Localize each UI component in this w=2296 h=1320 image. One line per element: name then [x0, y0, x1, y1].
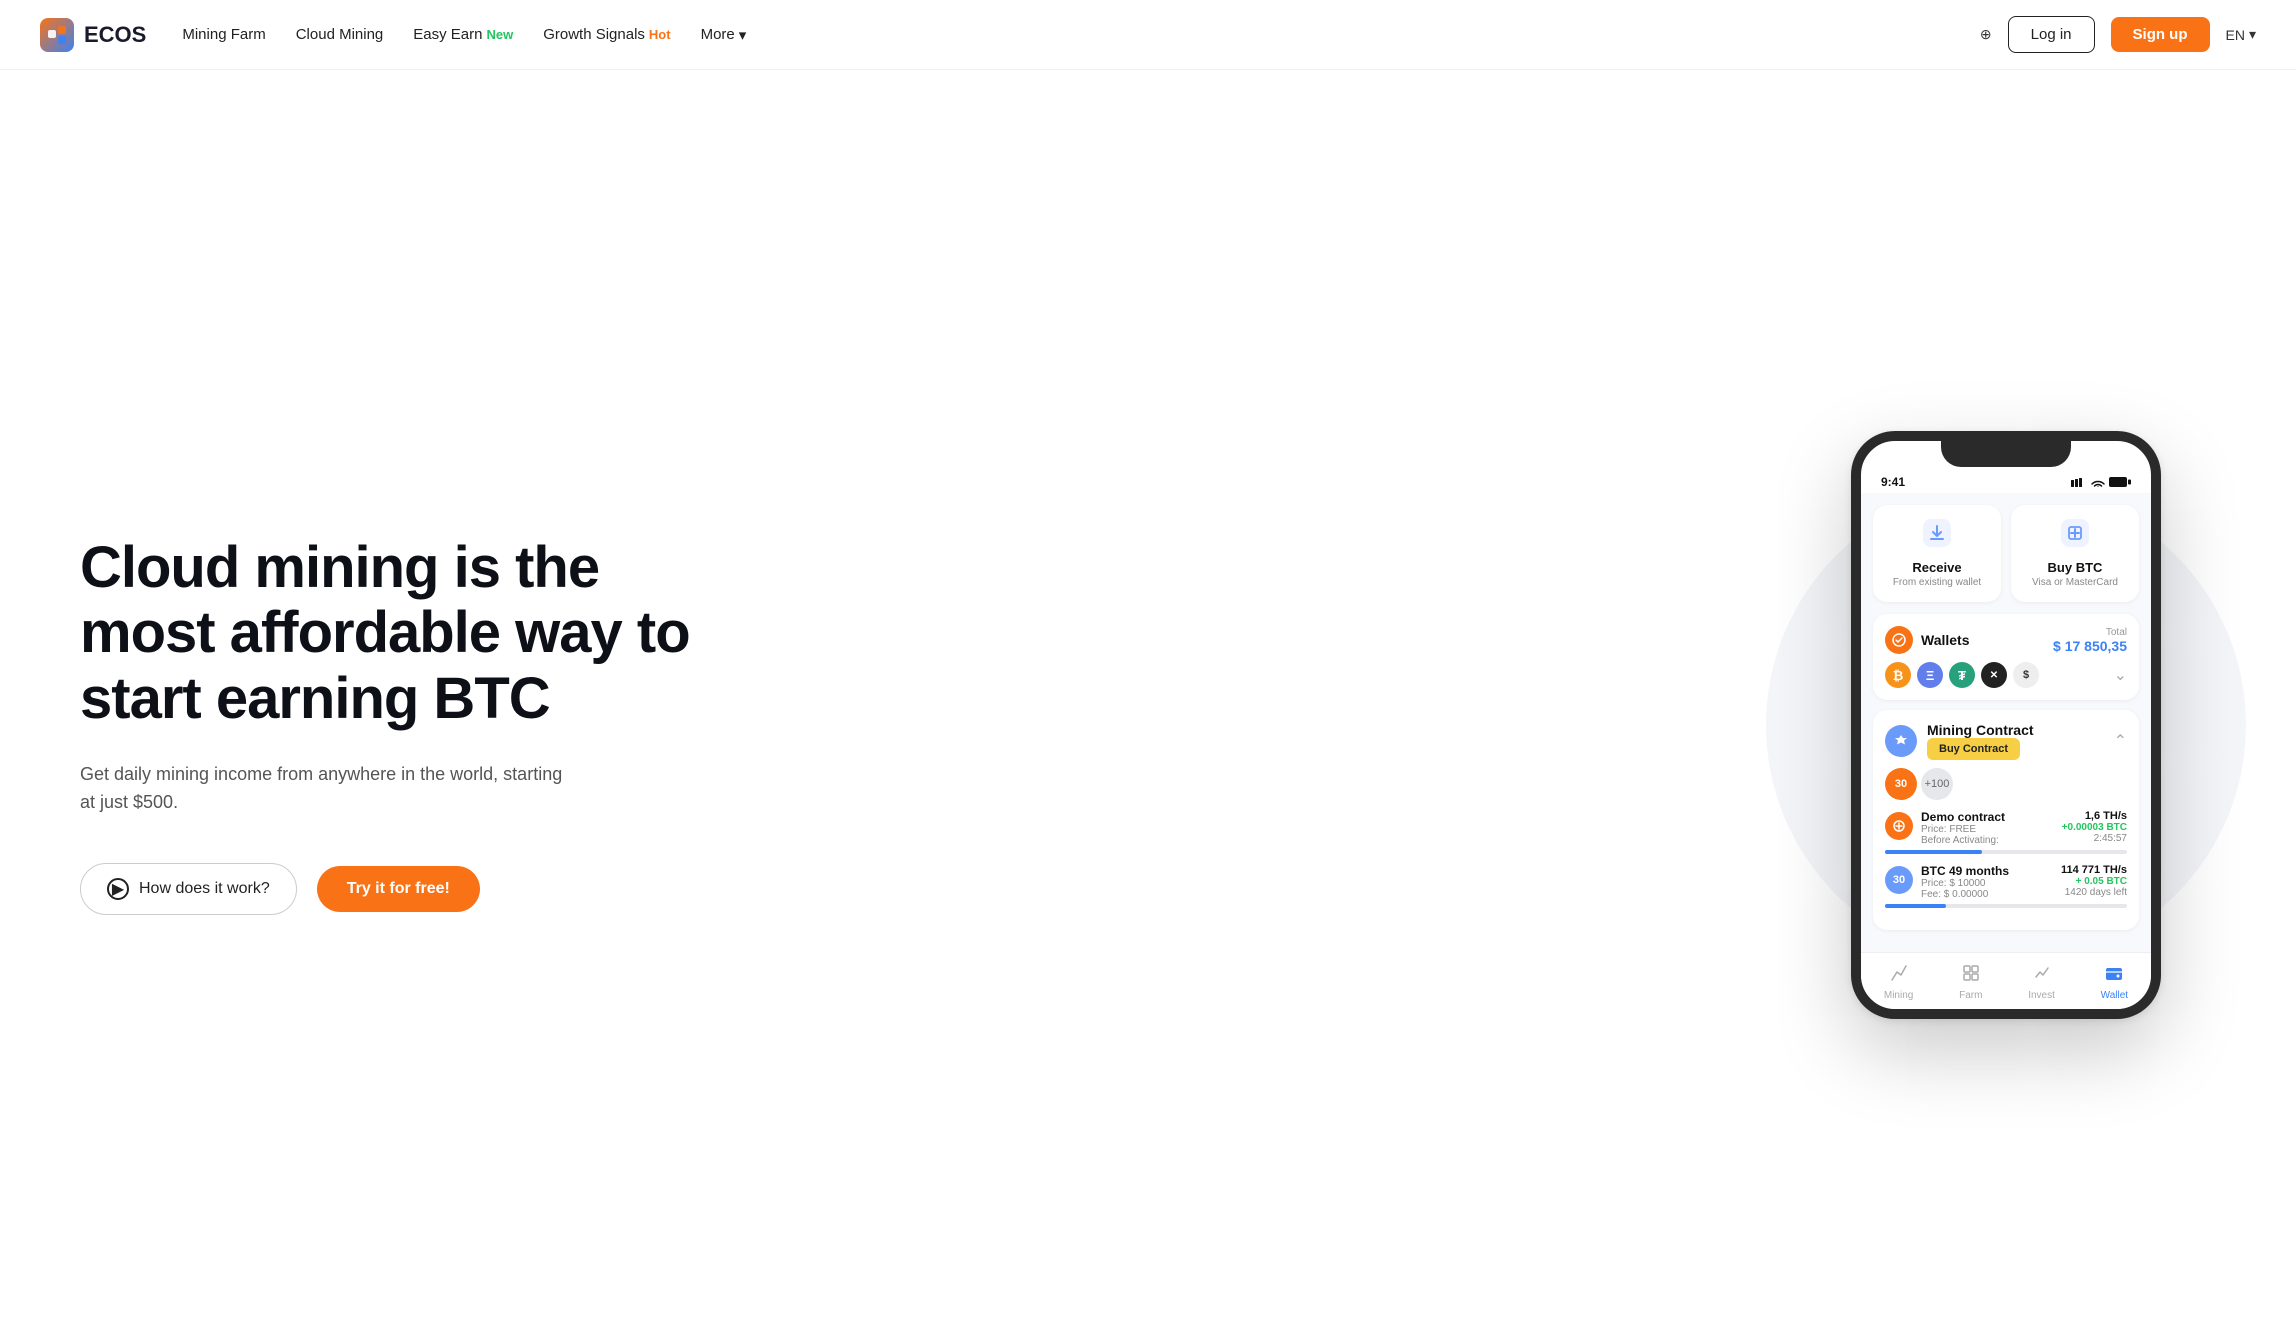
demo-contract-left: Demo contract Price: FREE Before Activat… [1885, 810, 2005, 846]
phone-status-bar: 9:41 [1861, 467, 2151, 493]
avatar-more: +100 [1921, 768, 1953, 800]
hero-section: Cloud mining is the most affordable way … [0, 70, 2296, 1320]
badge-hot: Hot [649, 27, 671, 42]
bottom-nav-wallet[interactable]: Wallet [2101, 963, 2128, 1001]
btc-progress-bar [1885, 904, 2127, 908]
coin-usdt: ₮ [1949, 662, 1975, 688]
invest-nav-icon [2032, 963, 2052, 988]
demo-contract: Demo contract Price: FREE Before Activat… [1885, 810, 2127, 854]
bottom-nav-mining[interactable]: Mining [1884, 963, 1913, 1001]
demo-progress-bar [1885, 850, 2127, 854]
mining-header: Mining Contract Buy Contract ⌃ [1885, 722, 2127, 760]
nav-left: ECOS Mining Farm Cloud Mining Easy EarnN… [40, 18, 746, 52]
signup-button[interactable]: Sign up [2111, 17, 2210, 52]
how-it-works-button[interactable]: ▶ How does it work? [80, 863, 297, 915]
login-button[interactable]: Log in [2008, 16, 2095, 53]
hero-left: Cloud mining is the most affordable way … [80, 535, 720, 915]
nav-growth-signals[interactable]: Growth SignalsHot [543, 26, 670, 43]
navbar: ECOS Mining Farm Cloud Mining Easy EarnN… [0, 0, 2296, 70]
bottom-nav-invest[interactable]: Invest [2028, 963, 2055, 1001]
coin-btc: ₿ [1885, 662, 1911, 688]
receive-subtitle: From existing wallet [1883, 577, 1991, 588]
action-cards-row: Receive From existing wallet [1873, 505, 2139, 602]
phone-bottom-nav: Mining Farm Invest [1861, 952, 2151, 1009]
nav-right: ⊕ Log in Sign up EN ▾ [1980, 16, 2256, 53]
farm-nav-icon [1961, 963, 1981, 988]
receive-icon [1883, 519, 1991, 554]
badge-new: New [486, 27, 513, 42]
try-free-button[interactable]: Try it for free! [317, 866, 480, 912]
buy-btc-icon [2021, 519, 2129, 554]
nav-more[interactable]: More ▾ [701, 26, 747, 44]
hero-right: 9:41 [1796, 375, 2216, 1075]
avatar-30: 30 [1885, 768, 1917, 800]
receive-title: Receive [1883, 560, 1991, 575]
buy-btc-title: Buy BTC [2021, 560, 2129, 575]
contract-avatars: 30 +100 [1885, 768, 2127, 800]
hero-title: Cloud mining is the most affordable way … [80, 535, 720, 732]
buy-btc-card[interactable]: Buy BTC Visa or MasterCard [2011, 505, 2139, 602]
buy-btc-subtitle: Visa or MasterCard [2021, 577, 2129, 588]
phone-status-icons [2071, 477, 2131, 487]
demo-contract-icon [1885, 812, 1913, 840]
wallet-title: Wallets [1885, 626, 1970, 654]
phone-frame: 9:41 [1851, 431, 2161, 1019]
wallet-section: Wallets Total $ 17 850,35 ₿ Ξ ₮ ✕ [1873, 614, 2139, 700]
wallet-coins: ₿ Ξ ₮ ✕ $ ⌄ [1885, 662, 2127, 688]
btc-contract-info: BTC 49 months Price: $ 10000 Fee: $ 0.00… [1921, 864, 2009, 900]
nav-links: Mining Farm Cloud Mining Easy EarnNew Gr… [182, 26, 746, 44]
phone-notch [1941, 439, 2071, 467]
download-icon: ⊕ [1980, 26, 1992, 43]
phone-body: Receive From existing wallet [1861, 493, 2151, 952]
hero-subtitle: Get daily mining income from anywhere in… [80, 760, 580, 818]
mining-chevron-icon[interactable]: ⌃ [2114, 731, 2127, 751]
nav-mining-farm[interactable]: Mining Farm [182, 26, 265, 43]
btc-contract-icon: 30 [1885, 866, 1913, 894]
bottom-nav-farm[interactable]: Farm [1959, 963, 1982, 1001]
wallet-total: Total $ 17 850,35 [2053, 627, 2127, 654]
demo-contract-right: 1,6 TH/s +0.00003 BTC 2:45:57 [2062, 810, 2127, 844]
logo-icon [40, 18, 74, 52]
language-selector[interactable]: EN ▾ [2226, 26, 2256, 43]
nav-download[interactable]: ⊕ [1980, 26, 1992, 43]
wallet-header: Wallets Total $ 17 850,35 [1885, 626, 2127, 654]
btc-contract: 30 BTC 49 months Price: $ 10000 Fee: $ 0… [1885, 864, 2127, 908]
wallet-chevron-icon[interactable]: ⌄ [2114, 665, 2127, 685]
logo[interactable]: ECOS [40, 18, 146, 52]
demo-contract-header: Demo contract Price: FREE Before Activat… [1885, 810, 2127, 846]
lang-chevron-icon: ▾ [2249, 26, 2256, 43]
receive-card[interactable]: Receive From existing wallet [1873, 505, 2001, 602]
mining-section: Mining Contract Buy Contract ⌃ 30 +100 [1873, 710, 2139, 930]
demo-progress-fill [1885, 850, 1982, 854]
btc-contract-left: 30 BTC 49 months Price: $ 10000 Fee: $ 0… [1885, 864, 2009, 900]
demo-contract-info: Demo contract Price: FREE Before Activat… [1921, 810, 2005, 846]
phone-mockup: 9:41 [1851, 431, 2161, 1019]
phone-time: 9:41 [1881, 475, 1905, 489]
logo-text: ECOS [84, 22, 146, 48]
mining-icon [1885, 725, 1917, 757]
buy-contract-button[interactable]: Buy Contract [1927, 738, 2020, 760]
mining-title: Mining Contract Buy Contract [1927, 722, 2034, 760]
mining-nav-icon [1889, 963, 1909, 988]
coin-xrp: ✕ [1981, 662, 2007, 688]
nav-easy-earn[interactable]: Easy EarnNew [413, 26, 513, 43]
play-icon: ▶ [107, 878, 129, 900]
btc-progress-fill [1885, 904, 1946, 908]
btc-contract-header: 30 BTC 49 months Price: $ 10000 Fee: $ 0… [1885, 864, 2127, 900]
btc-contract-right: 114 771 TH/s + 0.05 BTC 1420 days left [2061, 864, 2127, 898]
wallet-nav-icon [2104, 963, 2124, 988]
coin-eth: Ξ [1917, 662, 1943, 688]
coin-usd: $ [2013, 662, 2039, 688]
nav-cloud-mining[interactable]: Cloud Mining [296, 26, 384, 43]
chevron-down-icon: ▾ [739, 26, 747, 44]
wallet-icon [1885, 626, 1913, 654]
hero-actions: ▶ How does it work? Try it for free! [80, 863, 720, 915]
